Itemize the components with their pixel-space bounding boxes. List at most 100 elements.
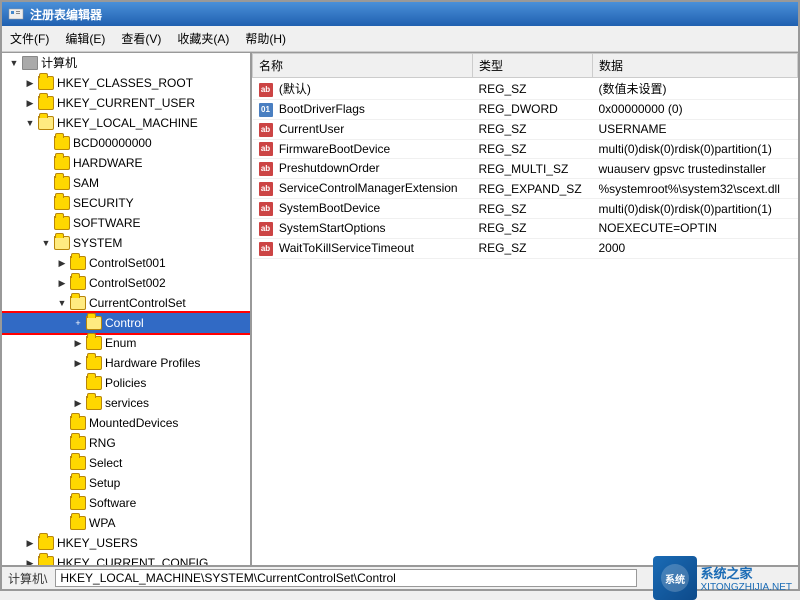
computer-icon (22, 56, 38, 70)
expand-currentcontrolset[interactable]: ▼ (54, 295, 70, 311)
reg-value-icon: ab (259, 222, 273, 236)
tree-label-wpa: WPA (89, 514, 115, 532)
cell-data: wuauserv gpsvc trustedinstaller (593, 159, 798, 179)
tree-label-software-hklm: SOFTWARE (73, 214, 141, 232)
table-row[interactable]: 01 BootDriverFlagsREG_DWORD0x00000000 (0… (253, 100, 798, 120)
expand-hkey-current-config[interactable]: ▶ (22, 555, 38, 565)
folder-icon-sam (54, 176, 70, 190)
reg-value-icon: ab (259, 83, 273, 97)
cell-type: REG_DWORD (473, 100, 593, 120)
tree-panel: ▼ 计算机 ▶ HKEY_CLASSES_ROOT ▶ HKEY_CURRENT… (2, 53, 252, 565)
registry-editor-window: 注册表编辑器 文件(F) 编辑(E) 查看(V) 收藏夹(A) 帮助(H) ▼ … (0, 0, 800, 591)
cell-type: REG_MULTI_SZ (473, 159, 593, 179)
cell-name: ab SystemBootDevice (253, 199, 473, 219)
cell-data: (数值未设置) (593, 78, 798, 100)
expand-system[interactable]: ▼ (38, 235, 54, 251)
tree-item-security[interactable]: ▶ SECURITY (2, 193, 250, 213)
cell-type: REG_SZ (473, 218, 593, 238)
folder-icon-control (86, 316, 102, 330)
tree-item-hkey-current-config[interactable]: ▶ HKEY_CURRENT_CONFIG (2, 553, 250, 565)
expand-local-machine[interactable]: ▼ (22, 115, 38, 131)
tree-item-wpa[interactable]: ▶ WPA (2, 513, 250, 533)
folder-icon-security (54, 196, 70, 210)
folder-icon-services (86, 396, 102, 410)
cell-type: REG_SZ (473, 238, 593, 258)
menu-file[interactable]: 文件(F) (2, 28, 57, 49)
tree-item-software-hklm[interactable]: ▶ SOFTWARE (2, 213, 250, 233)
menu-view[interactable]: 查看(V) (113, 28, 169, 49)
menu-bar: 文件(F) 编辑(E) 查看(V) 收藏夹(A) 帮助(H) (2, 26, 798, 52)
cell-type: REG_EXPAND_SZ (473, 179, 593, 199)
cell-name: ab CurrentUser (253, 119, 473, 139)
svg-text:系统: 系统 (665, 573, 685, 586)
expand-services[interactable]: ▶ (70, 395, 86, 411)
tree-item-controlset002[interactable]: ▶ ControlSet002 (2, 273, 250, 293)
table-row[interactable]: ab FirmwareBootDeviceREG_SZmulti(0)disk(… (253, 139, 798, 159)
folder-icon-bcd (54, 136, 70, 150)
watermark-logo-svg: 系统 (659, 562, 691, 594)
tree-item-sam[interactable]: ▶ SAM (2, 173, 250, 193)
cell-name: 01 BootDriverFlags (253, 100, 473, 120)
folder-icon-local-machine (38, 116, 54, 130)
menu-edit[interactable]: 编辑(E) (57, 28, 113, 49)
expand-computer[interactable]: ▼ (6, 55, 22, 71)
tree-label-hardware-profiles: Hardware Profiles (105, 354, 200, 372)
tree-item-policies[interactable]: ▶ Policies (2, 373, 250, 393)
table-row[interactable]: ab SystemBootDeviceREG_SZmulti(0)disk(0)… (253, 199, 798, 219)
tree-item-services[interactable]: ▶ services (2, 393, 250, 413)
tree-item-controlset001[interactable]: ▶ ControlSet001 (2, 253, 250, 273)
tree-label-currentcontrolset: CurrentControlSet (89, 294, 186, 312)
expand-controlset001[interactable]: ▶ (54, 255, 70, 271)
cell-name: ab ServiceControlManagerExtension (253, 179, 473, 199)
tree-item-local-machine[interactable]: ▼ HKEY_LOCAL_MACHINE (2, 113, 250, 133)
tree-label-controlset001: ControlSet001 (89, 254, 166, 272)
folder-icon-hkey-current-config (38, 556, 54, 565)
reg-value-icon: ab (259, 162, 273, 176)
table-row[interactable]: ab (默认)REG_SZ(数值未设置) (253, 78, 798, 100)
table-row[interactable]: ab WaitToKillServiceTimeoutREG_SZ2000 (253, 238, 798, 258)
tree-item-setup[interactable]: ▶ Setup (2, 473, 250, 493)
menu-help[interactable]: 帮助(H) (237, 28, 294, 49)
reg-value-icon: ab (259, 182, 273, 196)
folder-icon-hardware (54, 156, 70, 170)
tree-label-policies: Policies (105, 374, 146, 392)
table-row[interactable]: ab ServiceControlManagerExtensionREG_EXP… (253, 179, 798, 199)
tree-item-current-user[interactable]: ▶ HKEY_CURRENT_USER (2, 93, 250, 113)
tree-item-hardware[interactable]: ▶ HARDWARE (2, 153, 250, 173)
tree-item-mounteddevices[interactable]: ▶ MountedDevices (2, 413, 250, 433)
tree-item-control[interactable]: + Control (2, 313, 250, 333)
tree-item-hardware-profiles[interactable]: ▶ Hardware Profiles (2, 353, 250, 373)
tree-item-software2[interactable]: ▶ Software (2, 493, 250, 513)
tree-label-enum: Enum (105, 334, 136, 352)
tree-label-select: Select (89, 454, 122, 472)
tree-item-hkey-users[interactable]: ▶ HKEY_USERS (2, 533, 250, 553)
expand-hkey-users[interactable]: ▶ (22, 535, 38, 551)
tree-item-enum[interactable]: ▶ Enum (2, 333, 250, 353)
table-row[interactable]: ab CurrentUserREG_SZUSERNAME (253, 119, 798, 139)
tree-label-computer: 计算机 (41, 54, 77, 72)
expand-current-user[interactable]: ▶ (22, 95, 38, 111)
tree-item-system[interactable]: ▼ SYSTEM (2, 233, 250, 253)
folder-icon-system (54, 236, 70, 250)
expand-control[interactable]: + (70, 315, 86, 331)
tree-item-computer[interactable]: ▼ 计算机 (2, 53, 250, 73)
expand-enum[interactable]: ▶ (70, 335, 86, 351)
menu-favorites[interactable]: 收藏夹(A) (169, 28, 237, 49)
expand-controlset002[interactable]: ▶ (54, 275, 70, 291)
tree-item-select[interactable]: ▶ Select (2, 453, 250, 473)
title-text: 注册表编辑器 (30, 6, 102, 23)
tree-item-classes-root[interactable]: ▶ HKEY_CLASSES_ROOT (2, 73, 250, 93)
table-row[interactable]: ab PreshutdownOrderREG_MULTI_SZwuauserv … (253, 159, 798, 179)
cell-type: REG_SZ (473, 199, 593, 219)
table-row[interactable]: ab SystemStartOptionsREG_SZ NOEXECUTE=OP… (253, 218, 798, 238)
tree-item-rng[interactable]: ▶ RNG (2, 433, 250, 453)
expand-classes-root[interactable]: ▶ (22, 75, 38, 91)
tree-item-bcd[interactable]: ▶ BCD00000000 (2, 133, 250, 153)
expand-hardware-profiles[interactable]: ▶ (70, 355, 86, 371)
registry-table: 名称 类型 数据 ab (默认)REG_SZ(数值未设置)01 BootDriv… (252, 53, 798, 259)
folder-icon-software2 (70, 496, 86, 510)
tree-label-bcd: BCD00000000 (73, 134, 152, 152)
cell-type: REG_SZ (473, 139, 593, 159)
reg-value-icon: ab (259, 202, 273, 216)
tree-item-currentcontrolset[interactable]: ▼ CurrentControlSet (2, 293, 250, 313)
